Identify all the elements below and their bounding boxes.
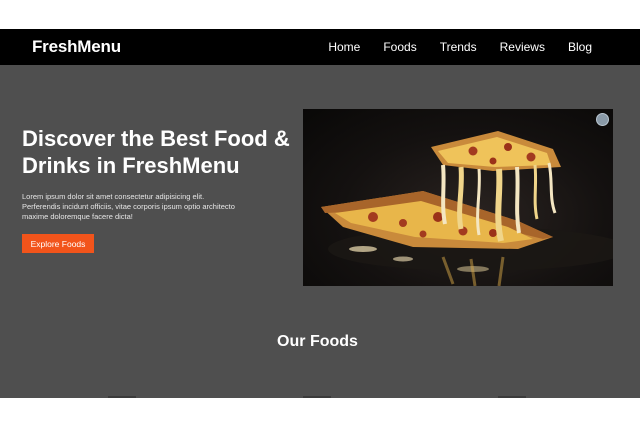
nav-link-foods[interactable]: Foods [383,40,416,54]
food-card-tab [108,396,136,398]
nav-link-blog[interactable]: Blog [568,40,592,54]
navbar: FreshMenu Home Foods Trends Reviews Blog [0,29,640,65]
pizza-illustration [321,131,613,286]
pizza-image [303,109,613,286]
hero-section: Discover the Best Food & Drinks in Fresh… [0,65,640,398]
nav-links: Home Foods Trends Reviews Blog [328,40,592,54]
food-card-tab [498,396,526,398]
hero-title: Discover the Best Food & Drinks in Fresh… [22,126,290,178]
brand-logo[interactable]: FreshMenu [32,37,121,57]
page: FreshMenu Home Foods Trends Reviews Blog… [0,0,640,426]
section-title-our-foods: Our Foods [277,333,358,350]
food-card-tab [303,396,331,398]
image-badge-icon[interactable] [596,113,609,126]
nav-link-home[interactable]: Home [328,40,360,54]
nav-link-reviews[interactable]: Reviews [500,40,545,54]
explore-foods-button[interactable]: Explore Foods [22,234,94,253]
hero-description: Lorem ipsum dolor sit amet consectetur a… [22,192,235,221]
nav-link-trends[interactable]: Trends [440,40,477,54]
